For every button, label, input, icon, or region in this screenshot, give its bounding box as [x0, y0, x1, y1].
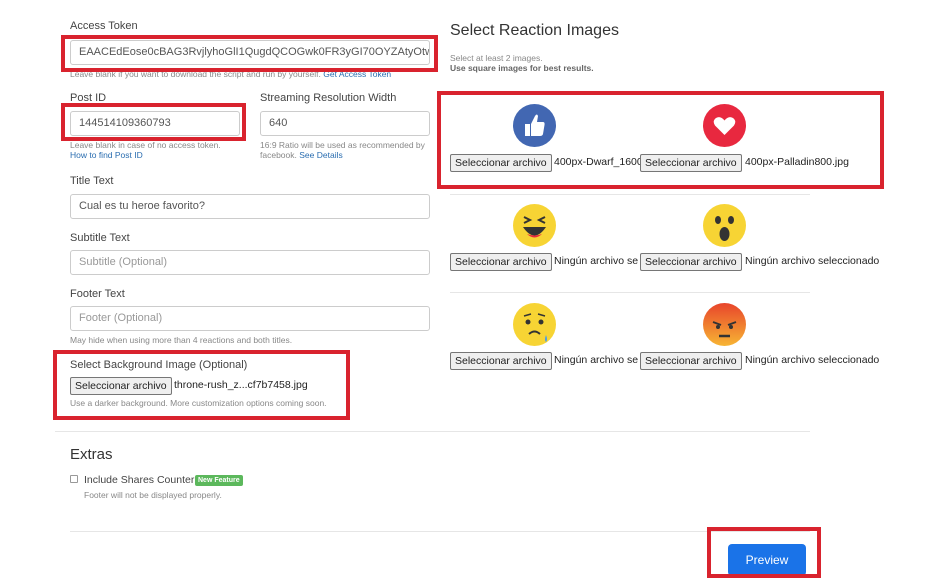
footer-text-help: May hide when using more than 4 reaction…: [70, 335, 293, 345]
access-token-label: Access Token: [70, 20, 138, 32]
reactions-hint: Select at least 2 images. Use square ima…: [450, 53, 594, 73]
like-icon: [513, 104, 556, 147]
reaction-5-filename: Ningún archivo se: [554, 354, 639, 366]
access-token-help: Leave blank if you want to download the …: [70, 69, 392, 79]
how-to-find-post-id-link[interactable]: How to find Post ID: [70, 150, 143, 160]
get-access-token-link[interactable]: Get Access Token: [323, 69, 391, 79]
reaction-6-file-button[interactable]: Seleccionar archivo: [640, 352, 742, 370]
reaction-2-filename: 400px-Palladin800.jpg: [745, 156, 849, 168]
reaction-4-file-button[interactable]: Seleccionar archivo: [640, 253, 742, 271]
haha-icon: [513, 204, 556, 247]
section-divider: [55, 431, 810, 432]
reaction-6-filename: Ningún archivo seleccionado: [745, 354, 880, 366]
reaction-3-file-button[interactable]: Seleccionar archivo: [450, 253, 552, 271]
shares-counter-label[interactable]: Include Shares Counter: [84, 474, 194, 486]
post-id-label: Post ID: [70, 92, 107, 104]
title-text-input[interactable]: Cual es tu heroe favorito?: [70, 194, 430, 219]
divider: [450, 292, 810, 293]
reaction-1-file-button[interactable]: Seleccionar archivo: [450, 154, 552, 172]
subtitle-text-label: Subtitle Text: [70, 232, 130, 244]
wow-icon: [703, 204, 746, 247]
footer-text-label: Footer Text: [70, 288, 125, 300]
post-id-help: Leave blank in case of no access token. …: [70, 140, 221, 160]
reaction-1-filename: 400px-Dwarf_1600: [554, 156, 640, 168]
resolution-label: Streaming Resolution Width: [260, 92, 397, 104]
reactions-title: Select Reaction Images: [450, 22, 619, 39]
post-id-input[interactable]: 144514109360793: [70, 111, 240, 136]
sad-icon: [513, 303, 556, 346]
title-text-label: Title Text: [70, 175, 114, 187]
footer-text-input[interactable]: Footer (Optional): [70, 306, 430, 331]
see-details-link[interactable]: See Details: [299, 150, 342, 160]
background-image-label: Select Background Image (Optional): [70, 359, 248, 371]
background-image-filename: throne-rush_z...cf7b7458.jpg: [174, 379, 308, 391]
reaction-3-filename: Ningún archivo se: [554, 255, 639, 267]
reaction-5-file-button[interactable]: Seleccionar archivo: [450, 352, 552, 370]
resolution-help: 16:9 Ratio will be used as recommended b…: [260, 140, 425, 160]
footer-divider: [70, 531, 810, 532]
shares-counter-checkbox[interactable]: [70, 475, 78, 483]
resolution-input[interactable]: 640: [260, 111, 430, 136]
reactions-highlight: [437, 91, 884, 189]
angry-icon: [703, 303, 746, 346]
divider: [450, 194, 810, 195]
shares-counter-help: Footer will not be displayed properly.: [84, 490, 222, 500]
reaction-4-filename: Ningún archivo seleccionado: [745, 255, 880, 267]
love-icon: [703, 104, 746, 147]
reaction-2-file-button[interactable]: Seleccionar archivo: [640, 154, 742, 172]
extras-title: Extras: [70, 446, 113, 463]
background-image-help: Use a darker background. More customizat…: [70, 398, 327, 408]
access-token-input[interactable]: EAACEdEose0cBAG3RvjlyhoGlI1QugdQCOGwk0FR…: [70, 40, 430, 65]
new-feature-badge: New Feature: [195, 475, 243, 486]
preview-button[interactable]: Preview: [728, 544, 806, 576]
background-image-file-button[interactable]: Seleccionar archivo: [70, 377, 172, 395]
subtitle-text-input[interactable]: Subtitle (Optional): [70, 250, 430, 275]
